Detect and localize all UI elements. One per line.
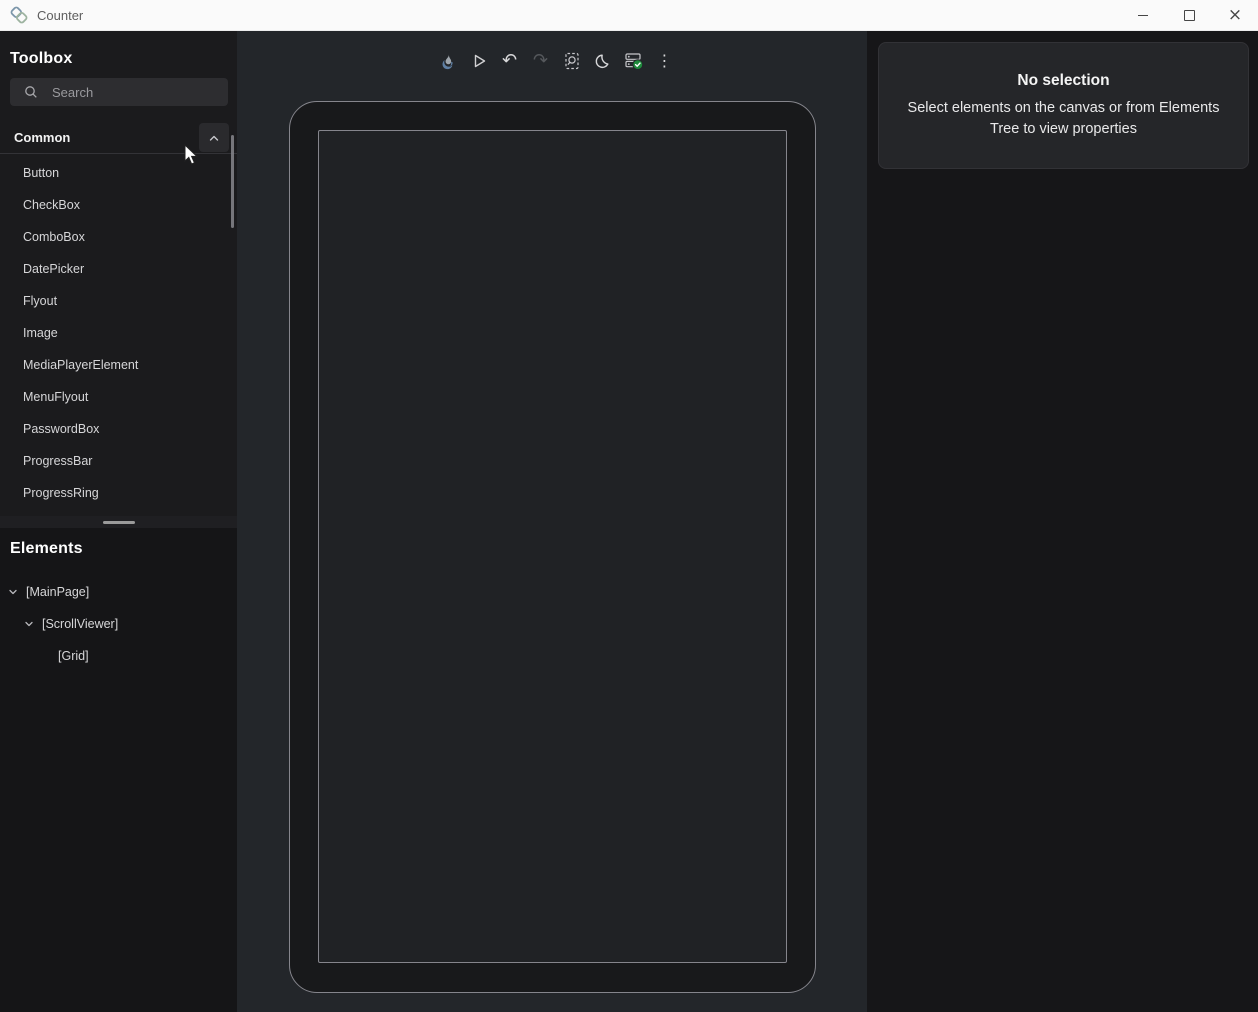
minimize-icon <box>1138 15 1148 16</box>
device-screen[interactable] <box>318 130 787 963</box>
collapse-section-button[interactable] <box>199 123 229 152</box>
tree-node-mainpage[interactable]: [MainPage] <box>0 576 237 608</box>
window-title: Counter <box>37 8 83 23</box>
tree-node-label: [ScrollViewer] <box>42 617 118 631</box>
design-canvas[interactable]: ↶ ↷ ⋮ <box>237 31 867 1012</box>
elements-heading: Elements <box>10 540 83 558</box>
search-icon <box>24 85 38 99</box>
chevron-down-icon[interactable] <box>8 587 18 597</box>
toolbox-item-progressbar[interactable]: ProgressBar <box>0 445 230 477</box>
toolbox-item-list: ButtonCheckBoxComboBoxDatePickerFlyoutIm… <box>0 157 230 509</box>
search-input[interactable] <box>50 84 204 101</box>
tree-node-grid[interactable]: [Grid] <box>0 640 237 672</box>
tree-node-label: [MainPage] <box>26 585 89 599</box>
chevron-up-icon <box>208 132 220 144</box>
toolbox-item-image[interactable]: Image <box>0 317 230 349</box>
no-selection-card: No selection Select elements on the canv… <box>878 42 1249 169</box>
hot-design-flame-icon[interactable] <box>433 47 462 75</box>
toolbox-item-button[interactable]: Button <box>0 157 230 189</box>
design-toolbar: ↶ ↷ ⋮ <box>433 46 679 76</box>
uno-platform-logo-icon <box>10 6 28 24</box>
toolbox-item-combobox[interactable]: ComboBox <box>0 221 230 253</box>
zoom-selection-icon[interactable] <box>557 47 586 75</box>
tree-node-scrollviewer[interactable]: [ScrollViewer] <box>0 608 237 640</box>
more-options-icon[interactable]: ⋮ <box>650 47 679 75</box>
panel-splitter[interactable] <box>0 516 237 528</box>
connection-status-ok-icon[interactable] <box>619 47 648 75</box>
close-icon: × <box>1228 7 1242 24</box>
properties-panel: No selection Select elements on the canv… <box>867 31 1258 1012</box>
splitter-grip-icon <box>103 521 135 524</box>
title-bar: Counter × <box>0 0 1258 31</box>
minimize-button[interactable] <box>1120 0 1166 30</box>
toolbox-item-menuflyout[interactable]: MenuFlyout <box>0 381 230 413</box>
toolbox-heading: Toolbox <box>10 50 72 68</box>
maximize-icon <box>1184 10 1195 21</box>
toolbox-item-checkbox[interactable]: CheckBox <box>0 189 230 221</box>
tree-node-label: [Grid] <box>58 649 89 663</box>
toolbox-section-header-common[interactable]: Common <box>0 122 237 153</box>
toolbox-item-flyout[interactable]: Flyout <box>0 285 230 317</box>
elements-panel: Elements [MainPage] [ScrollViewer] [Grid] <box>0 528 237 1012</box>
maximize-button[interactable] <box>1166 0 1212 30</box>
toolbox-item-datepicker[interactable]: DatePicker <box>0 253 230 285</box>
redo-icon: ↷ <box>526 47 555 75</box>
play-icon[interactable] <box>464 47 493 75</box>
close-button[interactable]: × <box>1212 0 1258 30</box>
toolbox-item-progressring[interactable]: ProgressRing <box>0 477 230 509</box>
section-divider <box>0 153 237 154</box>
section-label: Common <box>14 130 70 145</box>
undo-icon[interactable]: ↶ <box>495 47 524 75</box>
no-selection-message: Select elements on the canvas or from El… <box>908 98 1220 140</box>
toolbox-panel: Toolbox Common ButtonCheckBoxComboBoxDat… <box>0 31 237 516</box>
chevron-down-icon[interactable] <box>24 619 34 629</box>
elements-tree: [MainPage] [ScrollViewer] [Grid] <box>0 576 237 672</box>
toolbox-scrollbar[interactable] <box>231 135 234 228</box>
toolbox-item-mediaplayerelement[interactable]: MediaPlayerElement <box>0 349 230 381</box>
dark-theme-moon-icon[interactable] <box>588 47 617 75</box>
toolbox-item-passwordbox[interactable]: PasswordBox <box>0 413 230 445</box>
no-selection-title: No selection <box>1017 72 1109 90</box>
toolbox-search-box[interactable] <box>10 78 228 106</box>
